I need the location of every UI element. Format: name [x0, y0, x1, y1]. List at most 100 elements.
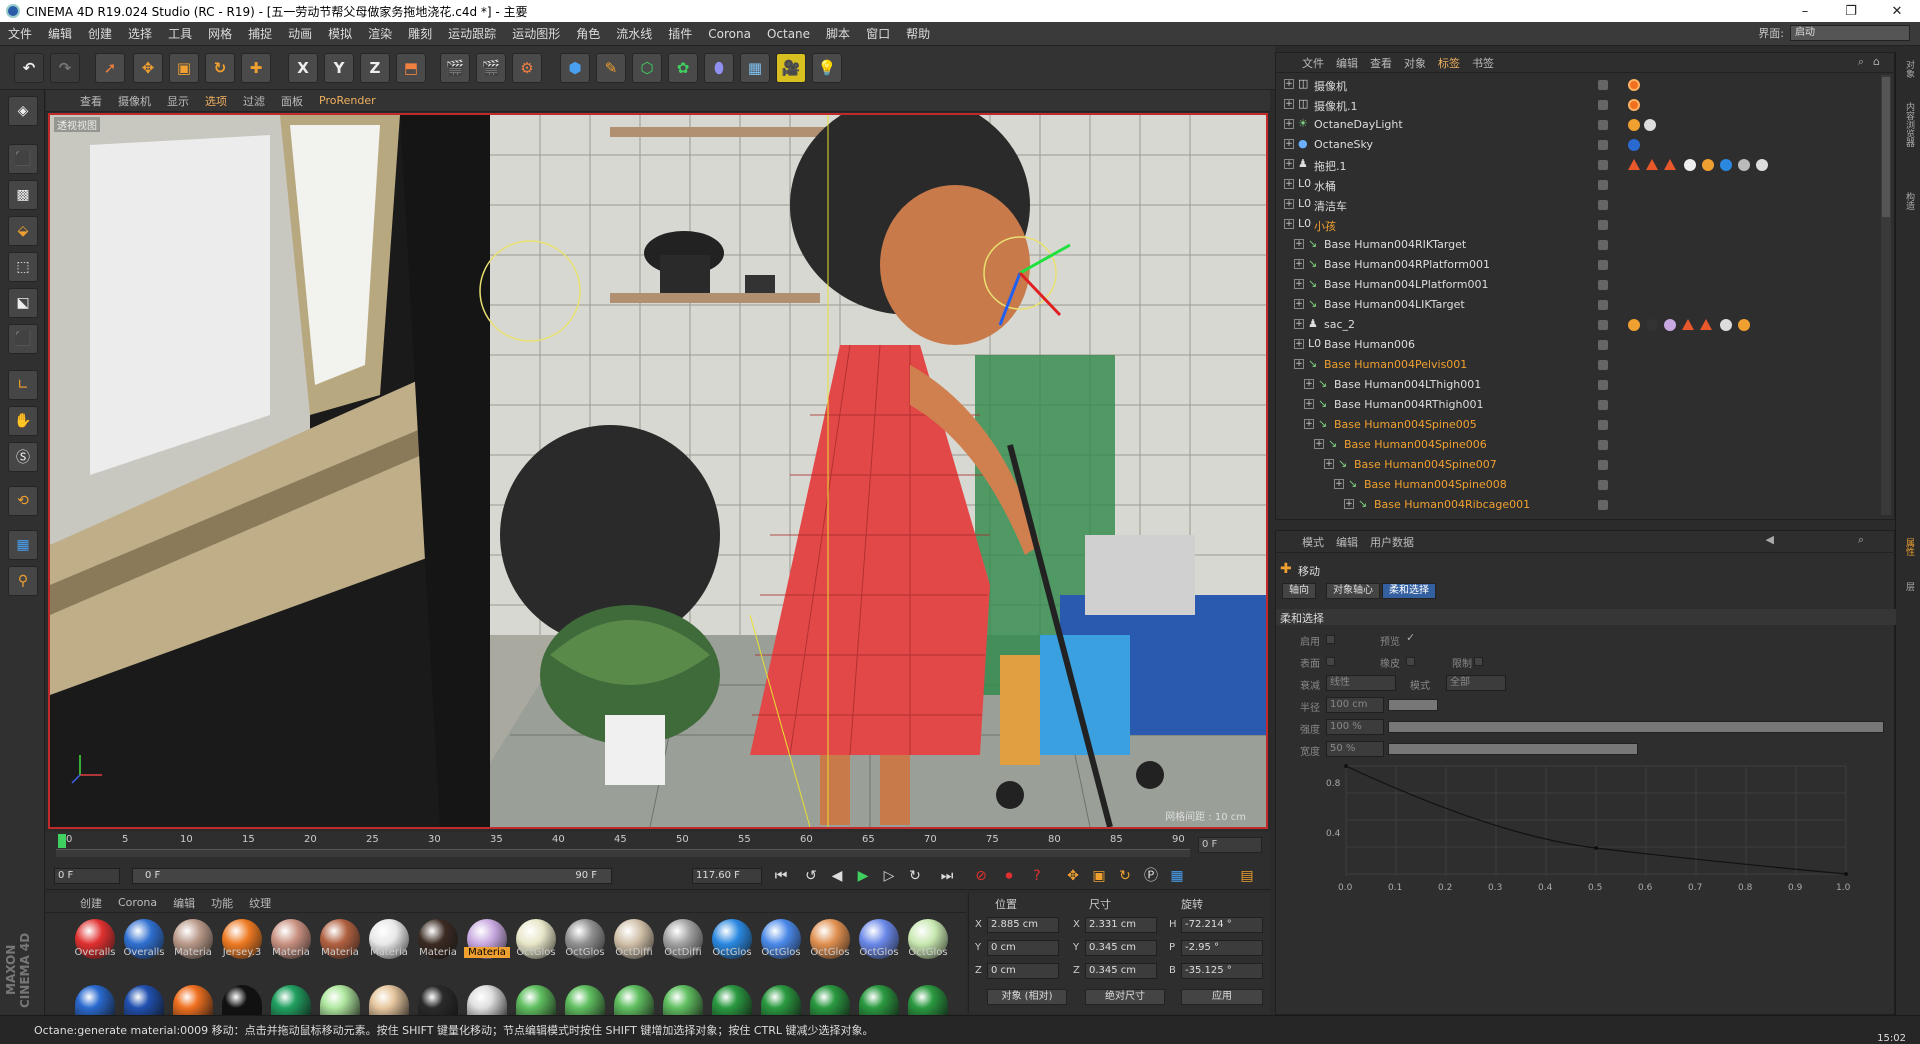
- object-row[interactable]: + ↘ Base Human004Spine005: [1276, 415, 1880, 435]
- keyframe-selection-button[interactable]: ?: [1026, 866, 1048, 886]
- menu-create[interactable]: 创建: [80, 25, 120, 42]
- material-menu-create[interactable]: 创建: [72, 895, 110, 911]
- autokey-button[interactable]: ⏺: [998, 866, 1020, 886]
- timeline-ruler[interactable]: 0 5 10 15 20 25 30 35 40 45 50 55 60 65 …: [46, 832, 1270, 862]
- surface-checkbox[interactable]: [1326, 657, 1335, 666]
- material-swatch[interactable]: Materia: [170, 919, 216, 967]
- object-row[interactable]: + L0 水桶: [1276, 175, 1880, 195]
- material-tag-icon[interactable]: [1646, 159, 1658, 170]
- expand-toggle-icon[interactable]: +: [1294, 339, 1304, 349]
- x-axis-lock-button[interactable]: X: [288, 53, 318, 83]
- material-tag-icon[interactable]: [1628, 159, 1640, 170]
- material-tag-icon[interactable]: [1664, 319, 1676, 331]
- expand-toggle-icon[interactable]: +: [1284, 99, 1294, 109]
- z-axis-lock-button[interactable]: Z: [360, 53, 390, 83]
- locked-workplane-icon[interactable]: ⟲: [8, 486, 38, 516]
- coordinate-mode-dropdown[interactable]: 对象 (相对): [987, 989, 1067, 1005]
- visibility-toggle[interactable]: [1598, 400, 1608, 410]
- maximize-button[interactable]: ❐: [1828, 4, 1874, 19]
- visibility-toggle[interactable]: [1598, 160, 1608, 170]
- menu-help[interactable]: 帮助: [898, 25, 938, 42]
- size-y-field[interactable]: 0.345 cm: [1085, 940, 1157, 956]
- material-tag-icon[interactable]: [1720, 159, 1732, 171]
- material-tag-icon[interactable]: [1682, 319, 1694, 330]
- visibility-toggle[interactable]: [1598, 260, 1608, 270]
- material-swatch[interactable]: [663, 985, 703, 1015]
- menu-window[interactable]: 窗口: [858, 25, 898, 42]
- object-row[interactable]: + ↘ Base Human004Pelvis001: [1276, 355, 1880, 375]
- symmetry-icon[interactable]: ⚲: [8, 566, 38, 596]
- frame-end-field[interactable]: 0 F: [1198, 837, 1262, 853]
- material-tag-icon[interactable]: [1628, 319, 1640, 331]
- expand-toggle-icon[interactable]: +: [1294, 319, 1304, 329]
- visibility-toggle[interactable]: [1598, 300, 1608, 310]
- width-field[interactable]: 50 %: [1326, 741, 1384, 757]
- render-picture-viewer-icon[interactable]: 🎬: [476, 53, 506, 83]
- material-swatch[interactable]: [516, 985, 556, 1015]
- edges-mode-icon[interactable]: ⬕: [8, 288, 38, 318]
- material-swatch[interactable]: OctGlos: [856, 919, 902, 967]
- timeline-window-button[interactable]: ▤: [1236, 866, 1258, 886]
- material-swatch[interactable]: [712, 985, 752, 1015]
- move-tool-icon[interactable]: ✥: [133, 53, 163, 83]
- subdivision-icon[interactable]: ⬡: [632, 53, 662, 83]
- menu-select[interactable]: 选择: [120, 25, 160, 42]
- expand-toggle-icon[interactable]: +: [1294, 299, 1304, 309]
- rotate-tool-icon[interactable]: ↻: [205, 53, 235, 83]
- material-menu-edit[interactable]: 编辑: [165, 895, 203, 911]
- go-to-start-button[interactable]: ⏮: [770, 866, 792, 886]
- viewport-menu-cameras[interactable]: 摄像机: [110, 93, 159, 109]
- rotation-p-field[interactable]: -2.95 °: [1181, 940, 1263, 956]
- expand-toggle-icon[interactable]: +: [1304, 379, 1314, 389]
- visibility-toggle[interactable]: [1598, 420, 1608, 430]
- menu-edit[interactable]: 编辑: [40, 25, 80, 42]
- apply-button[interactable]: 应用: [1181, 989, 1263, 1005]
- visibility-toggle[interactable]: [1598, 140, 1608, 150]
- visibility-toggle[interactable]: [1598, 100, 1608, 110]
- object-row[interactable]: + ↘ Base Human004RIKTarget: [1276, 235, 1880, 255]
- material-swatch[interactable]: [614, 985, 654, 1015]
- material-swatch[interactable]: [222, 985, 262, 1015]
- object-menu-file[interactable]: 文件: [1296, 55, 1330, 71]
- menu-pipeline[interactable]: 流水线: [608, 25, 660, 42]
- material-swatch[interactable]: Jersey.3: [219, 919, 265, 967]
- material-swatch[interactable]: [859, 985, 899, 1015]
- perspective-viewport[interactable]: 透视视图 网格间距 : 10 cm: [48, 113, 1268, 829]
- viewport-menu-panel[interactable]: 面板: [273, 93, 311, 109]
- record-active-button[interactable]: ⊘: [970, 866, 992, 886]
- tab-axis[interactable]: 轴向: [1282, 583, 1316, 599]
- undo-button[interactable]: ↶: [14, 53, 44, 83]
- object-row[interactable]: + L0 清洁车: [1276, 195, 1880, 215]
- attribute-menu-edit[interactable]: 编辑: [1330, 534, 1364, 550]
- expand-toggle-icon[interactable]: +: [1324, 459, 1334, 469]
- expand-toggle-icon[interactable]: +: [1304, 419, 1314, 429]
- redo-button[interactable]: ↷: [50, 53, 80, 83]
- menu-octane[interactable]: Octane: [759, 27, 818, 41]
- cube-primitive-icon[interactable]: ⬢: [560, 53, 590, 83]
- object-row[interactable]: + ♟ 拖把.1: [1276, 155, 1880, 175]
- material-menu-corona[interactable]: Corona: [110, 896, 165, 909]
- points-mode-icon[interactable]: ⬚: [8, 252, 38, 282]
- object-menu-tags[interactable]: 标签: [1432, 55, 1466, 71]
- falloff-curve-graph[interactable]: 0.8 0.4 0.0 0.1 0.2 0.3 0.4 0.5 0.6 0.7 …: [1316, 756, 1856, 896]
- menu-character[interactable]: 角色: [568, 25, 608, 42]
- menu-mesh[interactable]: 网格: [200, 25, 240, 42]
- material-tag-icon[interactable]: [1646, 319, 1658, 331]
- material-swatch[interactable]: OctGlos: [758, 919, 804, 967]
- width-slider[interactable]: [1388, 743, 1638, 755]
- menu-corona[interactable]: Corona: [700, 27, 759, 41]
- material-menu-function[interactable]: 功能: [203, 895, 241, 911]
- expand-toggle-icon[interactable]: +: [1314, 439, 1324, 449]
- expand-toggle-icon[interactable]: +: [1294, 259, 1304, 269]
- expand-toggle-icon[interactable]: +: [1284, 79, 1294, 89]
- material-tag-icon[interactable]: [1720, 319, 1732, 331]
- expand-toggle-icon[interactable]: +: [1284, 219, 1294, 229]
- material-swatch[interactable]: Materia: [366, 919, 412, 967]
- object-row[interactable]: + ◫ 摄像机: [1276, 75, 1880, 95]
- restrict-checkbox[interactable]: [1474, 657, 1483, 666]
- material-tag-icon[interactable]: [1702, 159, 1714, 171]
- object-row[interactable]: + ↘ Base Human004LIKTarget: [1276, 295, 1880, 315]
- position-y-field[interactable]: 0 cm: [987, 940, 1059, 956]
- rubber-checkbox[interactable]: [1406, 657, 1415, 666]
- object-menu-objects[interactable]: 对象: [1398, 55, 1432, 71]
